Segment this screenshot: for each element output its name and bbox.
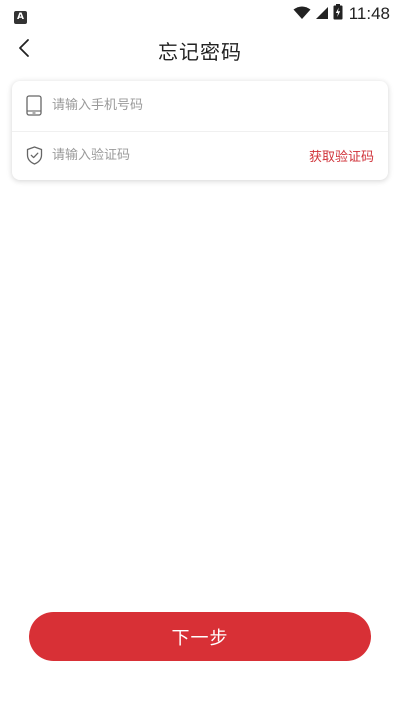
- form-card: 获取验证码: [12, 81, 388, 180]
- battery-charging-icon: [333, 4, 343, 24]
- wifi-icon: [293, 5, 311, 24]
- status-left: A: [14, 4, 27, 24]
- next-step-button[interactable]: 下一步: [29, 612, 371, 661]
- nav-bar: 忘记密码: [0, 28, 400, 72]
- page-title: 忘记密码: [158, 40, 242, 64]
- cell-signal-icon: [315, 5, 329, 24]
- status-right: 11:48: [293, 4, 390, 24]
- verification-code-input[interactable]: [52, 140, 309, 171]
- get-code-button[interactable]: 获取验证码: [309, 146, 374, 165]
- phone-row: [12, 81, 388, 131]
- app-notification-icon: A: [14, 11, 27, 24]
- status-bar: A 11:48: [0, 0, 400, 28]
- shield-check-icon: [25, 145, 43, 167]
- phone-icon: [25, 95, 43, 117]
- phone-number-input[interactable]: [52, 90, 374, 121]
- code-row: 获取验证码: [12, 130, 388, 181]
- status-time: 11:48: [348, 4, 390, 23]
